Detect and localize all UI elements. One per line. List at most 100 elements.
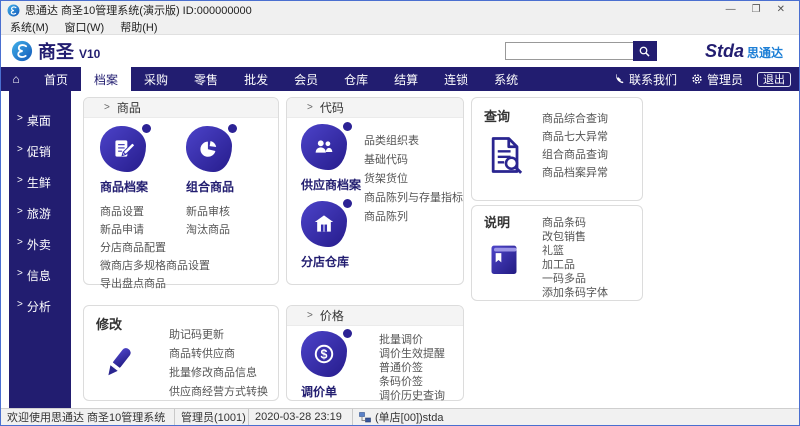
chevron-right-icon: >: [17, 113, 23, 124]
branch-warehouse-icon: [301, 199, 352, 247]
app-label: 调价单: [301, 385, 338, 399]
svg-text:$: $: [321, 348, 328, 362]
sidebar-item-desktop[interactable]: > 桌面: [9, 105, 71, 136]
tab-home[interactable]: 首页: [31, 67, 81, 91]
notes-links: 商品条码 改包销售 礼篮 加工品 一码多品 添加条码字体: [542, 212, 632, 300]
menu-window[interactable]: 窗口(W): [65, 19, 105, 35]
app-combo-goods[interactable]: 组合商品: [186, 124, 272, 195]
sidebar-item-label: 外卖: [26, 238, 51, 252]
titlebar: 思通达 商圣10管理系统(演示版) ID:000000000 — ❐ ✕: [1, 1, 799, 19]
app-supplier-archive[interactable]: 供应商档案: [301, 122, 364, 193]
tab-settlement[interactable]: 结算: [381, 67, 431, 91]
tab-member[interactable]: 会员: [281, 67, 331, 91]
content-area: > 桌面 > 促销 > 生鲜 > 旅游 > 外卖 > 信息 > 分析 > 商品 商品档案: [1, 91, 799, 408]
goods-archive-icon: [100, 124, 151, 172]
menu-link[interactable]: 添加条码字体: [542, 286, 632, 300]
card-price-header: > 价格: [287, 306, 463, 326]
close-button[interactable]: ✕: [777, 3, 785, 17]
home-icon[interactable]: ⌂: [1, 67, 31, 91]
menu-link[interactable]: 礼篮: [542, 244, 632, 258]
card-codes: > 代码 供应商档案 分店仓库 品类组织表 基础代码 货架货位 商品陈列与存量指…: [286, 97, 464, 285]
brand-cn: 思通达: [746, 45, 783, 60]
app-branch-warehouse[interactable]: 分店仓库: [301, 199, 364, 270]
gear-icon: [692, 74, 702, 84]
sidebar-item-label: 信息: [26, 269, 51, 283]
brand: Stda 思通达: [705, 41, 783, 62]
menu-link[interactable]: 商品档案异常: [542, 164, 632, 182]
menu-link[interactable]: 条码价签: [379, 375, 445, 389]
contact-us[interactable]: 联系我们: [613, 71, 677, 88]
menu-link[interactable]: 货架货位: [364, 170, 463, 189]
menu-link[interactable]: 分店商品配置: [100, 239, 186, 257]
logo-text: 商圣: [38, 42, 74, 62]
sidebar-item-label: 桌面: [26, 114, 51, 128]
menu-link[interactable]: 商品陈列与存量指标: [364, 189, 463, 208]
chevron-right-icon: >: [17, 175, 23, 186]
maximize-button[interactable]: ❐: [752, 3, 761, 17]
search-button[interactable]: [632, 41, 657, 61]
menu-link[interactable]: 商品七大异常: [542, 128, 632, 146]
menu-link[interactable]: 批量修改商品信息: [169, 364, 268, 383]
admin-menu[interactable]: 管理员: [691, 71, 743, 88]
menu-link[interactable]: 供应商经营方式转换: [169, 383, 268, 402]
app-goods-archive[interactable]: 商品档案: [100, 124, 186, 195]
menu-link[interactable]: 商品综合查询: [542, 110, 632, 128]
menu-link[interactable]: 调价历史查询: [379, 389, 445, 403]
menu-link[interactable]: 淘汰商品: [186, 221, 230, 239]
menu-help[interactable]: 帮助(H): [120, 19, 157, 35]
menu-system[interactable]: 系统(M): [10, 19, 49, 35]
menu-link[interactable]: 品类组织表: [364, 132, 463, 151]
menu-link[interactable]: 新品申请: [100, 221, 186, 239]
menu-link[interactable]: 商品设置: [100, 203, 186, 221]
app-label: 商品档案: [100, 180, 149, 194]
tab-warehouse[interactable]: 仓库: [331, 67, 381, 91]
card-codes-header: > 代码: [287, 98, 463, 118]
tab-archive[interactable]: 档案: [81, 67, 132, 91]
menu-link[interactable]: 商品转供应商: [169, 345, 268, 364]
app-window: 思通达 商圣10管理系统(演示版) ID:000000000 — ❐ ✕ 系统(…: [0, 0, 800, 426]
search-input[interactable]: [504, 42, 633, 60]
brand-en: Stda: [704, 40, 744, 61]
menu-link[interactable]: 批量调价: [379, 333, 445, 347]
menu-link[interactable]: 组合商品查询: [542, 146, 632, 164]
menu-link[interactable]: 微商店多规格商品设置: [100, 257, 210, 275]
card-header-label: 代码: [319, 101, 344, 115]
menu-link[interactable]: 改包销售: [542, 230, 632, 244]
menu-link[interactable]: 导出盘点商品: [100, 275, 186, 293]
sidebar-item-promotion[interactable]: > 促销: [9, 136, 71, 167]
price-adjust-icon: $: [301, 329, 352, 377]
menu-link[interactable]: 商品条码: [542, 216, 632, 230]
minimize-button[interactable]: —: [726, 3, 736, 17]
app-price-adjust[interactable]: $ 调价单: [301, 329, 379, 403]
menu-link[interactable]: 新品审核: [186, 203, 230, 221]
app-header: 商圣 V10 Stda 思通达: [1, 35, 799, 67]
app-label: 分店仓库: [301, 255, 350, 269]
sidebar-item-label: 生鲜: [26, 176, 51, 190]
sidebar-item-fresh[interactable]: > 生鲜: [9, 167, 71, 198]
menu-link[interactable]: 助记码更新: [169, 326, 268, 345]
tab-system[interactable]: 系统: [481, 67, 531, 91]
menu-link[interactable]: 普通价签: [379, 361, 445, 375]
sidebar-item-label: 分析: [26, 300, 51, 314]
network-icon: [359, 411, 371, 422]
tab-purchase[interactable]: 采购: [131, 67, 181, 91]
tab-retail[interactable]: 零售: [181, 67, 231, 91]
sidebar-item-info[interactable]: > 信息: [9, 260, 71, 291]
chevron-right-icon: >: [17, 299, 23, 310]
tab-chain[interactable]: 连锁: [431, 67, 481, 91]
menu-link[interactable]: 商品陈列: [364, 208, 463, 227]
menu-link[interactable]: 基础代码: [364, 151, 463, 170]
price-links: 批量调价 调价生效提醒 普通价签 条码价签 调价历史查询: [379, 331, 445, 403]
status-user: 管理员(1001): [175, 409, 249, 425]
sidebar-item-takeout[interactable]: > 外卖: [9, 229, 71, 260]
menu-link[interactable]: 调价生效提醒: [379, 347, 445, 361]
status-datetime: 2020-03-28 23:19: [249, 409, 353, 425]
sidebar-item-travel[interactable]: > 旅游: [9, 198, 71, 229]
menu-link[interactable]: 加工品: [542, 258, 632, 272]
notes-book-icon: [491, 245, 517, 274]
sidebar-item-analysis[interactable]: > 分析: [9, 291, 71, 322]
logout-button[interactable]: 退出: [757, 71, 791, 87]
menu-link[interactable]: 一码多品: [542, 272, 632, 286]
card-notes: 说明 商品条码 改包销售 礼篮 加工品 一码多品 添加条码字体: [471, 205, 643, 301]
tab-wholesale[interactable]: 批发: [231, 67, 281, 91]
